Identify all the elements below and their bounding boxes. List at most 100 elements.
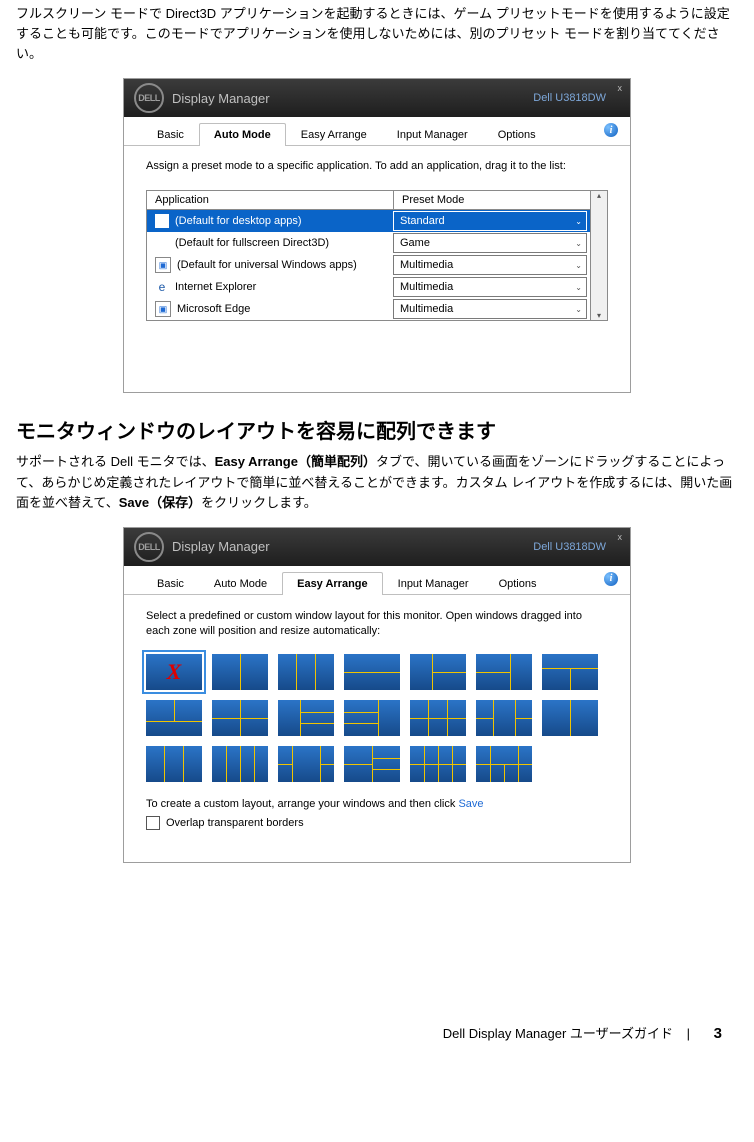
- footer-sep: |: [687, 1026, 690, 1041]
- chevron-down-icon: ⌄: [575, 283, 582, 292]
- layout-eight[interactable]: [410, 746, 466, 782]
- automode-table: Application Preset Mode (Default for des…: [146, 190, 591, 321]
- app-name: (Default for fullscreen Direct3D): [175, 237, 329, 249]
- table-row[interactable]: (Default for fullscreen Direct3D) Game ⌄: [147, 232, 590, 254]
- layout-top-stack[interactable]: [542, 654, 598, 690]
- tab-easy-arrange[interactable]: Easy Arrange: [282, 572, 383, 595]
- save-link[interactable]: Save: [458, 798, 483, 810]
- tab-auto-mode[interactable]: Auto Mode: [199, 572, 282, 595]
- app-name: Microsoft Edge: [177, 303, 250, 315]
- app-name: (Default for desktop apps): [175, 215, 302, 227]
- layout-right-stack[interactable]: [476, 654, 532, 690]
- automode-table-head: Application Preset Mode: [147, 191, 590, 210]
- tab-input-manager[interactable]: Input Manager: [383, 572, 484, 595]
- preset-value: Game: [400, 237, 430, 249]
- layout-left-stack[interactable]: [410, 654, 466, 690]
- footnote-pre: To create a custom layout, arrange your …: [146, 798, 455, 810]
- layout-2col-b[interactable]: [542, 700, 598, 736]
- layout-left-quad[interactable]: [278, 700, 334, 736]
- windows-app-icon: ▣: [155, 257, 171, 273]
- preset-select[interactable]: Multimedia ⌄: [393, 277, 587, 297]
- easyarrange-dialog: DELL Display Manager Dell U3818DW x Basi…: [123, 527, 631, 863]
- info-icon[interactable]: i: [604, 123, 618, 137]
- window-title: Display Manager: [172, 91, 270, 106]
- app-icon: [155, 236, 169, 250]
- tab-basic[interactable]: Basic: [142, 123, 199, 146]
- footer-title: Dell Display Manager ユーザーズガイド: [443, 1026, 673, 1041]
- chevron-down-icon: ⌄: [575, 239, 582, 248]
- overlap-checkbox-row[interactable]: Overlap transparent borders: [146, 816, 608, 830]
- chevron-down-icon: ⌄: [575, 261, 582, 270]
- tab-input-manager[interactable]: Input Manager: [382, 123, 483, 146]
- layout-2col[interactable]: [212, 654, 268, 690]
- layout-2row[interactable]: [344, 654, 400, 690]
- layout-center-col[interactable]: [476, 700, 532, 736]
- layout-six[interactable]: [410, 700, 466, 736]
- automode-dialog-wrap: DELL Display Manager Dell U3818DW x Basi…: [16, 78, 738, 393]
- monitor-model: Dell U3818DW: [533, 92, 606, 104]
- chevron-down-icon: ⌄: [575, 217, 582, 226]
- tab-options[interactable]: Options: [483, 123, 551, 146]
- layout-3col[interactable]: [278, 654, 334, 690]
- layout-4col[interactable]: [212, 746, 268, 782]
- close-icon[interactable]: x: [618, 83, 623, 93]
- preset-value: Standard: [400, 215, 445, 227]
- scrollbar[interactable]: ▴ ▾: [591, 190, 608, 321]
- preset-select[interactable]: Multimedia ⌄: [393, 255, 587, 275]
- layout-quad[interactable]: [212, 700, 268, 736]
- overlap-label: Overlap transparent borders: [166, 817, 304, 829]
- layout-2x3[interactable]: [344, 746, 400, 782]
- easyarrange-dialog-wrap: DELL Display Manager Dell U3818DW x Basi…: [16, 527, 738, 863]
- dell-logo-icon: DELL: [134, 83, 164, 113]
- automode-body: Assign a preset mode to a specific appli…: [124, 146, 630, 392]
- ie-icon: e: [155, 280, 169, 294]
- layout-none[interactable]: X: [146, 654, 202, 690]
- p2-a: サポートされる Dell モニタでは、: [16, 454, 215, 469]
- p2-easy-arrange: Easy Arrange（簡単配列）: [215, 454, 376, 469]
- app-icon: [155, 214, 169, 228]
- easyarrange-intro: Select a predefined or custom window lay…: [146, 609, 608, 640]
- close-icon[interactable]: x: [618, 532, 623, 542]
- layout-mixed[interactable]: [476, 746, 532, 782]
- checkbox-icon[interactable]: [146, 816, 160, 830]
- chevron-down-icon: ⌄: [575, 305, 582, 314]
- layout-right-quad[interactable]: [344, 700, 400, 736]
- page-number: 3: [714, 1025, 722, 1042]
- dell-logo-icon: DELL: [134, 532, 164, 562]
- preset-select[interactable]: Multimedia ⌄: [393, 299, 587, 319]
- info-icon[interactable]: i: [604, 572, 618, 586]
- table-row[interactable]: e Internet Explorer Multimedia ⌄: [147, 276, 590, 298]
- preset-value: Multimedia: [400, 259, 453, 271]
- layout-3col-b[interactable]: [146, 746, 202, 782]
- intro-paragraph-2: サポートされる Dell モニタでは、Easy Arrange（簡単配列）タブで…: [16, 452, 738, 512]
- col-application: Application: [147, 191, 394, 209]
- automode-intro: Assign a preset mode to a specific appli…: [146, 160, 608, 172]
- layout-bottom-stack[interactable]: [146, 700, 202, 736]
- preset-value: Multimedia: [400, 281, 453, 293]
- tab-easy-arrange[interactable]: Easy Arrange: [286, 123, 382, 146]
- table-row[interactable]: ▣ Microsoft Edge Multimedia ⌄: [147, 298, 590, 320]
- page-footer: Dell Display Manager ユーザーズガイド | 3: [16, 1023, 738, 1042]
- titlebar: DELL Display Manager Dell U3818DW x: [124, 528, 630, 566]
- col-preset-mode: Preset Mode: [394, 191, 590, 209]
- easyarrange-footnote: To create a custom layout, arrange your …: [146, 798, 608, 810]
- table-row[interactable]: ▣ (Default for universal Windows apps) M…: [147, 254, 590, 276]
- scroll-up-icon[interactable]: ▴: [597, 191, 601, 200]
- layout-grid: X: [146, 654, 608, 782]
- tab-basic[interactable]: Basic: [142, 572, 199, 595]
- preset-select[interactable]: Standard ⌄: [393, 211, 587, 231]
- tab-options[interactable]: Options: [484, 572, 552, 595]
- table-row[interactable]: (Default for desktop apps) Standard ⌄: [147, 210, 590, 232]
- preset-value: Multimedia: [400, 303, 453, 315]
- layout-center-tall[interactable]: [278, 746, 334, 782]
- tabbar: Basic Auto Mode Easy Arrange Input Manag…: [124, 117, 630, 146]
- scroll-down-icon[interactable]: ▾: [597, 311, 601, 320]
- app-name: Internet Explorer: [175, 281, 256, 293]
- monitor-model: Dell U3818DW: [533, 541, 606, 553]
- preset-select[interactable]: Game ⌄: [393, 233, 587, 253]
- section-heading: モニタウィンドウのレイアウトを容易に配列できます: [16, 415, 738, 444]
- automode-dialog: DELL Display Manager Dell U3818DW x Basi…: [123, 78, 631, 393]
- app-name: (Default for universal Windows apps): [177, 259, 357, 271]
- window-title: Display Manager: [172, 539, 270, 554]
- tab-auto-mode[interactable]: Auto Mode: [199, 123, 286, 146]
